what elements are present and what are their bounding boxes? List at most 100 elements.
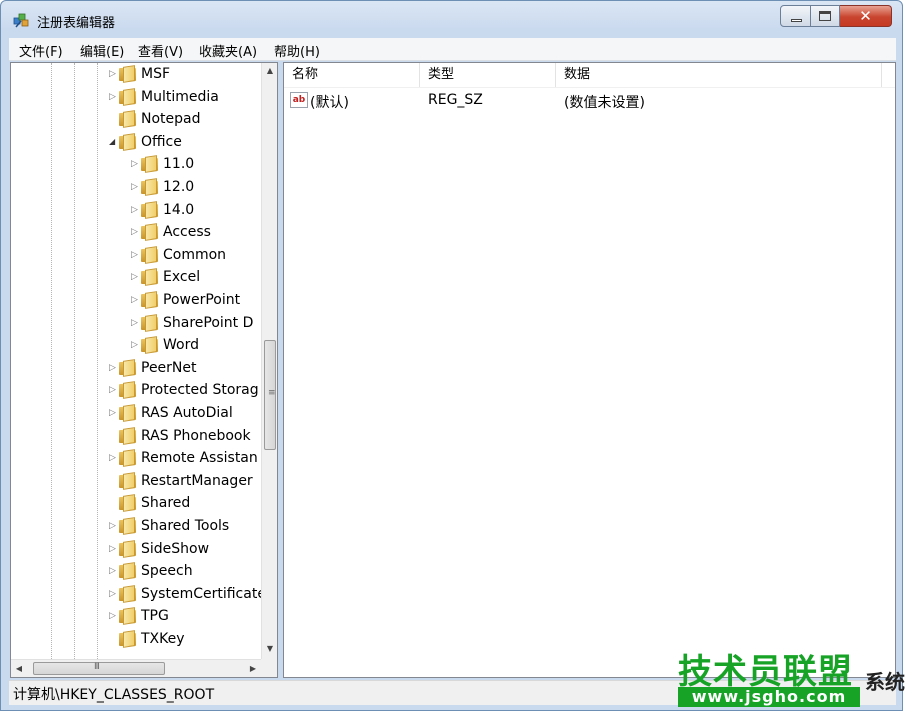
- tree-item[interactable]: TXKey: [11, 628, 261, 650]
- tree-item-label: SystemCertificate: [141, 585, 266, 602]
- collapsed-arrow-icon[interactable]: ▷: [131, 182, 139, 192]
- tree-item-label: 14.0: [163, 201, 195, 218]
- tree-item[interactable]: ◢ Office: [11, 131, 261, 153]
- menu-favorites[interactable]: 收藏夹(A): [199, 41, 257, 60]
- key-tree-pane[interactable]: ▷ MSF ▷ Multimedia Notepad ◢ Office ▷ 11.0 ▷ 12.0 ▷…: [10, 62, 278, 678]
- collapsed-arrow-icon[interactable]: ▷: [109, 453, 117, 463]
- tree-item[interactable]: ▷ TPG: [11, 605, 261, 627]
- tree-item[interactable]: ▷ SystemCertificate: [11, 583, 266, 605]
- tree-vertical-scrollbar[interactable]: ▲ ≡ ▼: [261, 63, 277, 659]
- tree-item-label: Notepad: [141, 111, 201, 128]
- folder-icon: [141, 155, 159, 174]
- tree-item[interactable]: ▷ SideShow: [11, 538, 261, 560]
- collapsed-arrow-icon[interactable]: ▷: [131, 159, 139, 169]
- tree-item[interactable]: ▷ MSF: [11, 63, 261, 85]
- tree-item-label: Excel: [163, 269, 201, 286]
- collapsed-arrow-icon[interactable]: ▷: [109, 69, 117, 79]
- menu-edit[interactable]: 编辑(E): [80, 41, 124, 60]
- tree-item[interactable]: ▷ Access: [11, 221, 261, 243]
- folder-icon: [119, 358, 137, 377]
- collapsed-arrow-icon[interactable]: ▷: [109, 521, 117, 531]
- folder-icon: [141, 268, 159, 287]
- collapsed-arrow-icon[interactable]: ▷: [109, 544, 117, 554]
- folder-icon: [141, 245, 159, 264]
- menu-view[interactable]: 查看(V): [138, 41, 183, 60]
- tree-item-label: 12.0: [163, 179, 195, 195]
- tree-item-label: Word: [163, 337, 199, 354]
- minimize-button[interactable]: [780, 5, 811, 27]
- collapsed-arrow-icon[interactable]: ▷: [131, 205, 139, 215]
- column-header-name[interactable]: 名称: [284, 63, 420, 87]
- collapsed-arrow-icon[interactable]: ▷: [109, 566, 117, 576]
- column-header-data[interactable]: 数据: [556, 63, 882, 87]
- collapsed-arrow-icon[interactable]: ▷: [131, 318, 139, 328]
- regedit-window: 注册表编辑器 ✕ 文件(F) 编辑(E) 查看(V) 收藏夹(A) 帮助(H) …: [0, 0, 903, 711]
- scroll-right-icon[interactable]: ▶: [245, 660, 261, 677]
- tree-item-label: Remote Assistan: [141, 450, 258, 467]
- folder-icon: [141, 200, 159, 219]
- tree-item[interactable]: ▷ Remote Assistan: [11, 447, 261, 469]
- tree-horizontal-scrollbar[interactable]: ◀ III ▶: [11, 659, 261, 677]
- folder-icon: [119, 132, 137, 151]
- collapsed-arrow-icon[interactable]: ▷: [109, 408, 117, 418]
- column-header-type[interactable]: 类型: [420, 63, 556, 87]
- tree-item[interactable]: ▷ SharePoint D: [11, 312, 261, 334]
- collapsed-arrow-icon[interactable]: ▷: [109, 611, 117, 621]
- collapsed-arrow-icon[interactable]: ▷: [109, 92, 117, 102]
- horizontal-scroll-thumb[interactable]: III: [33, 662, 165, 675]
- title-bar[interactable]: 注册表编辑器 ✕: [1, 1, 902, 37]
- tree-item[interactable]: ▷ Word: [11, 334, 261, 356]
- close-icon: ✕: [859, 7, 872, 25]
- tree-item-label: Multimedia: [141, 88, 219, 105]
- scroll-down-icon[interactable]: ▼: [262, 641, 277, 657]
- maximize-button[interactable]: [811, 5, 840, 27]
- tree-item-label: TXKey: [141, 631, 185, 647]
- collapsed-arrow-icon[interactable]: ▷: [131, 272, 139, 282]
- collapsed-arrow-icon[interactable]: ▷: [109, 589, 117, 599]
- menu-bar: 文件(F) 编辑(E) 查看(V) 收藏夹(A) 帮助(H): [9, 38, 896, 61]
- tree-item-label: RestartManager: [141, 472, 253, 489]
- tree-item[interactable]: ▷ Speech: [11, 560, 261, 582]
- tree-item[interactable]: Shared: [11, 492, 261, 514]
- tree-item[interactable]: ▷ PowerPoint: [11, 289, 261, 311]
- expanded-arrow-icon[interactable]: ◢: [109, 137, 117, 147]
- tree-item[interactable]: ▷ 12.0: [11, 176, 261, 198]
- collapsed-arrow-icon[interactable]: ▷: [109, 385, 117, 395]
- collapsed-arrow-icon[interactable]: ▷: [131, 250, 139, 260]
- folder-icon: [119, 65, 137, 83]
- tree-item[interactable]: RestartManager: [11, 470, 261, 492]
- tree-item-label: RAS AutoDial: [141, 405, 233, 421]
- collapsed-arrow-icon[interactable]: ▷: [131, 340, 139, 350]
- scroll-up-icon[interactable]: ▲: [262, 63, 277, 79]
- collapsed-arrow-icon[interactable]: ▷: [109, 363, 117, 373]
- folder-icon: [119, 110, 137, 129]
- tree-item[interactable]: Notepad: [11, 108, 261, 130]
- tree-item-label: MSF: [141, 66, 171, 82]
- tree-item[interactable]: ▷ 14.0: [11, 199, 261, 221]
- folder-icon: [119, 494, 137, 513]
- menu-file[interactable]: 文件(F): [19, 41, 63, 60]
- tree-item[interactable]: ▷ PeerNet: [11, 357, 261, 379]
- scroll-left-icon[interactable]: ◀: [11, 660, 27, 677]
- values-pane[interactable]: 名称 类型 数据 ab (默认) REG_SZ (数值未设置): [283, 62, 896, 678]
- tree-item[interactable]: ▷ Shared Tools: [11, 515, 261, 537]
- tree-item[interactable]: RAS Phonebook: [11, 425, 261, 447]
- tree-item[interactable]: ▷ 11.0: [11, 153, 261, 175]
- tree-item[interactable]: ▷ Excel: [11, 266, 261, 288]
- tree-item[interactable]: ▷ RAS AutoDial: [11, 402, 261, 424]
- menu-help[interactable]: 帮助(H): [274, 41, 320, 60]
- tree-item-label: PeerNet: [141, 359, 197, 376]
- vertical-scroll-thumb[interactable]: ≡: [264, 340, 276, 450]
- folder-icon: [141, 336, 159, 355]
- close-button[interactable]: ✕: [840, 5, 892, 27]
- grip-icon: III: [94, 662, 100, 672]
- folder-icon: [119, 539, 137, 558]
- collapsed-arrow-icon[interactable]: ▷: [131, 227, 139, 237]
- tree-item[interactable]: ▷ Common: [11, 244, 261, 266]
- collapsed-arrow-icon[interactable]: ▷: [131, 295, 139, 305]
- watermark-side-text: 系统大全: [865, 670, 905, 694]
- header-divider: [284, 87, 895, 88]
- grip-icon: ≡: [268, 388, 276, 398]
- tree-item[interactable]: ▷ Multimedia: [11, 86, 261, 108]
- tree-item[interactable]: ▷ Protected Storag: [11, 379, 261, 401]
